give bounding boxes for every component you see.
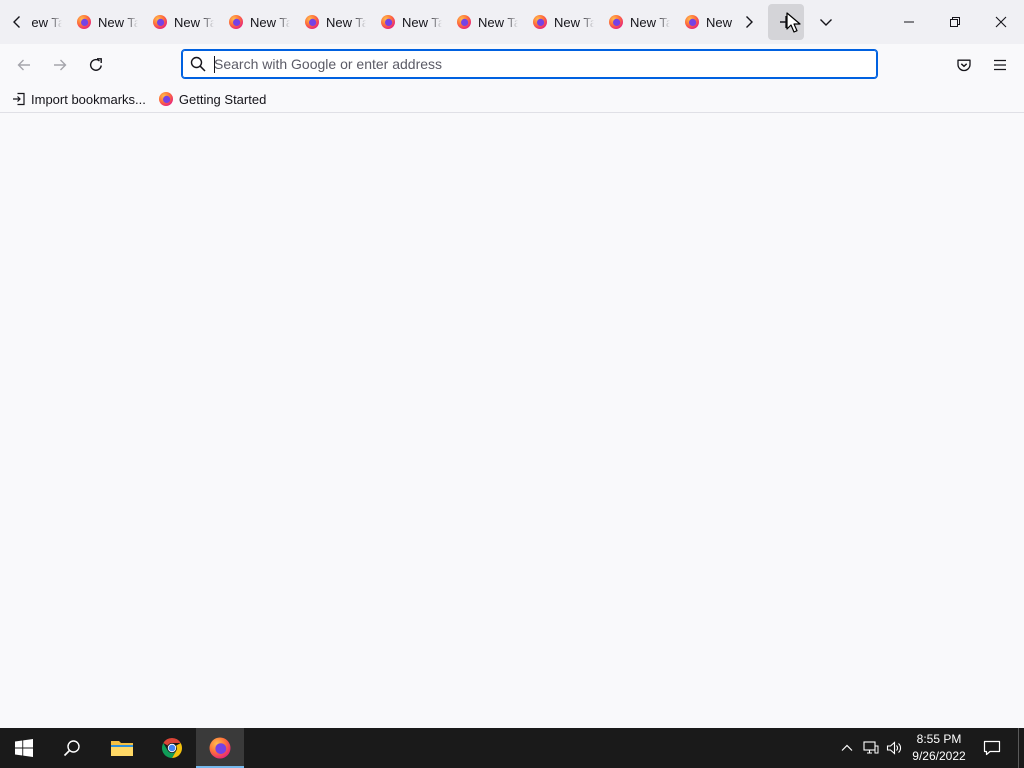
tab-strip: New Tab New Tab New Tab New Tab New Tab New T… <box>0 0 1024 44</box>
back-button[interactable] <box>10 51 38 79</box>
bookmark-import[interactable]: Import bookmarks... <box>8 88 150 110</box>
chevron-right-icon <box>746 16 753 28</box>
tab-new-tab[interactable]: New Tab <box>294 4 370 40</box>
list-all-tabs-button[interactable] <box>812 8 840 36</box>
clock-date: 9/26/2022 <box>912 749 966 763</box>
minimize-icon <box>904 21 914 23</box>
bookmark-label: Import bookmarks... <box>31 91 146 107</box>
firefox-icon <box>158 92 173 106</box>
firefox-icon <box>305 15 319 29</box>
tab-new-tab[interactable]: New Tab <box>370 4 446 40</box>
tab-label: New Tab <box>174 14 214 30</box>
import-icon <box>13 92 25 106</box>
hamburger-menu-icon <box>994 59 1006 71</box>
firefox-icon <box>685 15 699 29</box>
tab-label: New Tab <box>554 14 594 30</box>
tab-label: New Tab <box>402 14 442 30</box>
save-to-pocket-button[interactable] <box>950 51 978 79</box>
taskbar-clock[interactable]: 8:55 PM 9/26/2022 <box>906 731 972 765</box>
reload-button[interactable] <box>82 51 110 79</box>
tab-new-tab[interactable]: New Tab <box>66 4 142 40</box>
firefox-icon <box>457 15 471 29</box>
tab-new-tab[interactable]: New Tab <box>674 4 734 40</box>
windows-taskbar: 8:55 PM 9/26/2022 <box>0 728 1024 768</box>
windows-start-icon <box>15 739 33 757</box>
firefox-icon <box>209 737 231 759</box>
file-explorer-icon <box>111 741 133 756</box>
text-caret <box>214 56 215 73</box>
tab-label: New Tab <box>98 14 138 30</box>
forward-button[interactable] <box>46 51 74 79</box>
tab-label: New Tab <box>32 14 62 30</box>
tab-new-tab[interactable]: New Tab <box>446 4 522 40</box>
network-status-button[interactable] <box>860 728 882 768</box>
close-window-button[interactable] <box>978 0 1024 44</box>
show-hidden-icons-button[interactable] <box>836 728 858 768</box>
tab-label: New Tab <box>326 14 366 30</box>
tab-new-tab[interactable]: New Tab <box>32 4 66 40</box>
tab-new-tab[interactable]: New Tab <box>522 4 598 40</box>
arrow-right-icon <box>54 59 67 71</box>
network-icon <box>863 741 879 754</box>
taskbar-file-explorer[interactable] <box>98 728 146 768</box>
search-icon <box>63 740 80 757</box>
firefox-icon <box>77 15 91 29</box>
navigation-toolbar <box>0 44 1024 86</box>
firefox-icon <box>533 15 547 29</box>
chevron-down-icon <box>820 19 832 26</box>
bookmarks-toolbar: Import bookmarks... Getting Started <box>0 86 1024 113</box>
tab-new-tab[interactable]: New Tab <box>142 4 218 40</box>
pocket-icon <box>957 59 971 72</box>
clock-time: 8:55 PM <box>916 732 962 746</box>
scroll-tabs-right-button[interactable] <box>735 8 763 36</box>
tab-label: New Tab <box>478 14 518 30</box>
reload-icon <box>90 58 102 71</box>
firefox-icon <box>229 15 243 29</box>
chrome-icon <box>162 738 182 758</box>
notification-icon <box>983 740 1001 756</box>
tabs-container: New Tab New Tab New Tab New Tab New Tab New T… <box>32 4 734 40</box>
arrow-left-icon <box>17 59 30 71</box>
firefox-icon <box>153 15 167 29</box>
volume-button[interactable] <box>883 728 905 768</box>
tab-label: New Tab <box>706 14 734 30</box>
minimize-button[interactable] <box>886 0 932 44</box>
chevron-left-icon <box>13 16 20 28</box>
tab-new-tab[interactable]: New Tab <box>598 4 674 40</box>
chevron-up-icon <box>841 744 853 751</box>
bookmark-getting-started[interactable]: Getting Started <box>154 88 270 110</box>
mouse-cursor-icon <box>786 12 801 33</box>
action-center-button[interactable] <box>978 728 1006 768</box>
tab-new-tab[interactable]: New Tab <box>218 4 294 40</box>
close-icon <box>995 16 1007 28</box>
tab-label: New Tab <box>250 14 290 30</box>
speaker-icon <box>886 741 901 755</box>
tab-label: New Tab <box>630 14 670 30</box>
url-input[interactable] <box>214 56 854 72</box>
taskbar-firefox[interactable] <box>196 728 244 768</box>
search-icon <box>190 56 206 72</box>
restore-icon <box>950 17 960 27</box>
app-menu-button[interactable] <box>986 51 1014 79</box>
taskbar-search-button[interactable] <box>48 728 96 768</box>
scroll-tabs-left-button[interactable] <box>3 8 31 36</box>
restore-button[interactable] <box>932 0 978 44</box>
firefox-icon <box>381 15 395 29</box>
address-bar[interactable] <box>181 49 878 79</box>
bookmark-label: Getting Started <box>178 91 267 107</box>
page-content-area <box>0 113 1024 728</box>
show-desktop-button[interactable] <box>1018 728 1019 768</box>
taskbar-chrome[interactable] <box>148 728 196 768</box>
firefox-icon <box>609 15 623 29</box>
start-button[interactable] <box>0 728 48 768</box>
